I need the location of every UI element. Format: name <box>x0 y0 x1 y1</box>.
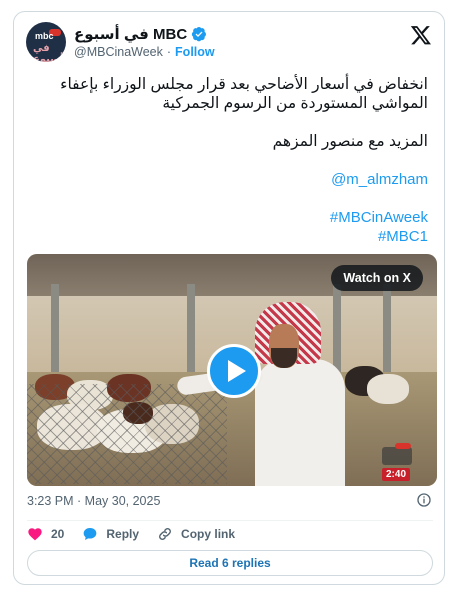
reply-bubble-icon <box>84 528 97 540</box>
video-scene-fence <box>27 384 227 484</box>
video-duration: 2:40 <box>382 468 411 481</box>
copy-link-label: Copy link <box>181 527 236 541</box>
tweet-line: انخفاض في أسعار الأضاحي بعد قرار مجلس ال… <box>60 76 428 93</box>
video-scene-sheep <box>367 374 409 404</box>
tweet-card: mbc في أسبوع في أسبوع MBC @MBCinaWeek · … <box>13 11 445 585</box>
heart-icon <box>28 528 42 541</box>
video-player[interactable]: Watch on X 2:40 <box>27 254 437 486</box>
verified-badge-icon <box>192 27 207 42</box>
avatar-logo-bottom: في أسبوع <box>33 43 64 62</box>
copy-link-button[interactable]: Copy link <box>157 526 235 542</box>
mention-link[interactable]: @m_almzham <box>331 171 428 188</box>
reply-label: Reply <box>106 527 140 541</box>
tweet-text: انخفاض في أسعار الأضاحي بعد قرار مجلس ال… <box>18 75 428 151</box>
reply-button[interactable]: Reply <box>82 526 139 542</box>
play-button[interactable] <box>207 344 261 398</box>
play-icon <box>227 360 246 382</box>
watch-on-x-button[interactable]: Watch on X <box>331 265 423 291</box>
divider <box>27 520 433 521</box>
mbc-watermark <box>382 447 412 465</box>
info-icon[interactable] <box>416 492 432 508</box>
tweet-line: المزيد مع منصور المزهم <box>272 133 428 150</box>
handle[interactable]: @MBCinaWeek <box>74 45 163 59</box>
hashtag-link[interactable]: #MBCinAweek <box>330 209 428 226</box>
follow-button[interactable]: Follow <box>175 45 215 59</box>
display-name[interactable]: في أسبوع MBC <box>74 25 187 43</box>
like-count: 20 <box>51 527 65 541</box>
link-icon <box>159 528 172 540</box>
action-bar: 20 Reply Copy link <box>27 526 235 542</box>
avatar[interactable]: mbc في أسبوع <box>26 22 66 62</box>
read-replies-button[interactable]: Read 6 replies <box>27 550 433 576</box>
hashtag-link[interactable]: #MBC1 <box>378 228 428 245</box>
tweet-timestamp[interactable]: 3:23 PM · May 30, 2025 <box>27 494 160 508</box>
video-scene-man <box>255 359 345 486</box>
x-logo-icon[interactable] <box>410 24 432 46</box>
mbc-watermark-pill <box>395 443 411 449</box>
avatar-logo-top: mbc <box>35 31 54 41</box>
like-button[interactable]: 20 <box>27 526 64 542</box>
name-row: في أسبوع MBC <box>74 25 207 43</box>
separator: · <box>166 45 172 59</box>
handle-row: @MBCinaWeek · Follow <box>74 45 215 59</box>
tweet-line: المواشي المستوردة من الرسوم الجمركية <box>162 95 428 112</box>
